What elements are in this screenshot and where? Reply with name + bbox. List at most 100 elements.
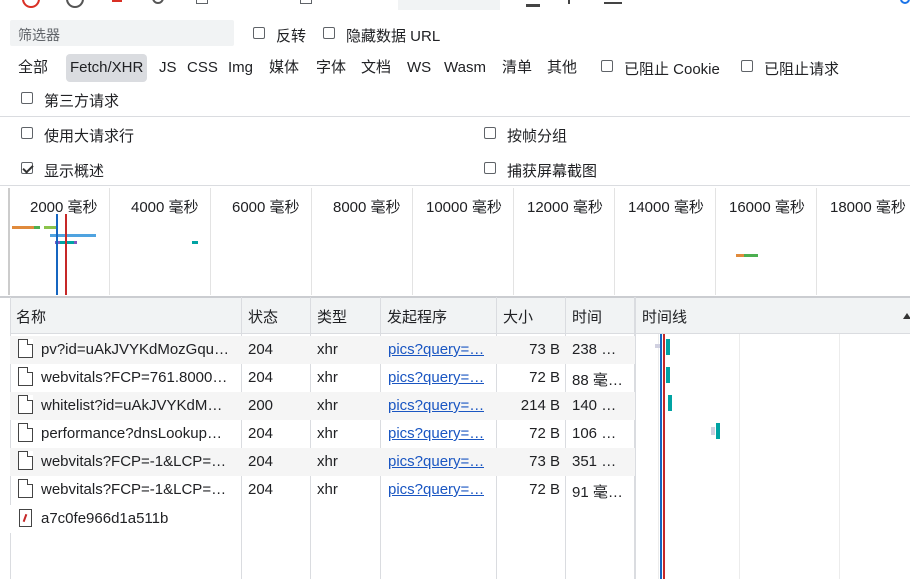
filter-type-ws[interactable]: WS xyxy=(404,54,434,82)
hide-data-url-label: 隐藏数据 URL xyxy=(346,28,441,45)
filter-input[interactable]: 筛选器 xyxy=(10,20,234,46)
overview-segment xyxy=(34,226,40,229)
row-name: performance?dnsLookup… xyxy=(41,425,222,442)
file-icon xyxy=(18,423,33,442)
hide-data-url-checkbox[interactable] xyxy=(323,27,335,39)
overview-tick: 18000 毫秒 xyxy=(830,199,906,216)
waterfall-gridline xyxy=(839,334,840,579)
record-icon[interactable] xyxy=(22,0,40,8)
filter-type-doc[interactable]: 文档 xyxy=(358,54,394,82)
third-party-checkbox[interactable] xyxy=(21,92,33,104)
blocked-requests-checkbox[interactable] xyxy=(741,60,753,72)
filter-type-other[interactable]: 其他 xyxy=(544,54,580,82)
row-initiator-link[interactable]: pics?query=… xyxy=(388,369,484,386)
table-row[interactable]: webvitals?FCP=761.8000… 204 xhr pics?que… xyxy=(10,364,635,392)
script-file-icon xyxy=(19,509,32,527)
throttle-select[interactable] xyxy=(398,0,500,10)
search-more-icon[interactable] xyxy=(900,0,910,4)
row-type: xhr xyxy=(317,397,338,414)
row-type: xhr xyxy=(317,369,338,386)
filter-type-font[interactable]: 字体 xyxy=(313,54,349,82)
overview-tick: 10000 毫秒 xyxy=(426,199,502,216)
header-initiator[interactable]: 发起程序 xyxy=(387,306,447,327)
header-waterfall[interactable]: 时间线 xyxy=(642,306,687,327)
overview-tick: 4000 毫秒 xyxy=(131,199,199,216)
script-mark-icon xyxy=(22,513,28,523)
filter-type-all[interactable]: 全部 xyxy=(15,54,51,82)
show-overview-checkbox[interactable] xyxy=(21,162,33,174)
filter-type-js[interactable]: JS xyxy=(156,54,180,82)
filter-type-img[interactable]: Img xyxy=(225,54,256,82)
row-status: 200 xyxy=(248,397,274,414)
overview-left-edge xyxy=(8,188,10,295)
table-header xyxy=(10,298,910,334)
overview-gridline xyxy=(311,188,312,295)
row-type: xhr xyxy=(317,481,338,498)
capture-screenshots-checkbox[interactable] xyxy=(484,162,496,174)
table-row[interactable]: webvitals?FCP=-1&LCP=… 204 xhr pics?quer… xyxy=(10,476,635,504)
row-initiator-link[interactable]: pics?query=… xyxy=(388,341,484,358)
disable-cache-checkbox[interactable] xyxy=(300,0,312,4)
filter-type-fetch-xhr[interactable]: Fetch/XHR xyxy=(66,54,148,82)
overview-gridline xyxy=(715,188,716,295)
table-row[interactable]: whitelist?id=uAkJVYKdM… 200 xhr pics?que… xyxy=(10,392,635,420)
row-status: 204 xyxy=(248,453,274,470)
waterfall-load-line xyxy=(663,334,665,579)
file-icon xyxy=(18,479,33,498)
table-row[interactable]: pv?id=uAkJVYKdMozGqu… 204 xhr pics?query… xyxy=(10,336,635,364)
export-icon[interactable] xyxy=(604,2,622,4)
overview-tick: 16000 毫秒 xyxy=(729,199,805,216)
table-row[interactable]: a7c0fe966d1a511b xyxy=(10,505,240,533)
row-size: 73 B xyxy=(529,453,560,470)
invert-checkbox[interactable] xyxy=(253,27,265,39)
top-toolbar xyxy=(0,0,910,12)
filter-type-wasm[interactable]: Wasm xyxy=(441,54,489,82)
row-initiator-link[interactable]: pics?query=… xyxy=(388,453,484,470)
group-by-frame-label: 按帧分组 xyxy=(507,128,568,145)
row-initiator-link[interactable]: pics?query=… xyxy=(388,397,484,414)
overview-gridline xyxy=(109,188,110,295)
preserve-log-checkbox[interactable] xyxy=(196,0,208,4)
row-name: pv?id=uAkJVYKdMozGqu… xyxy=(41,341,230,358)
row-type: xhr xyxy=(317,425,338,442)
table-row[interactable]: webvitals?FCP=-1&LCP=… 204 xhr pics?quer… xyxy=(10,448,635,476)
overview-gridline xyxy=(614,188,615,295)
row-size: 73 B xyxy=(529,341,560,358)
dom-content-loaded-line xyxy=(56,214,58,295)
row-name: webvitals?FCP=-1&LCP=… xyxy=(41,481,227,498)
filter-type-media[interactable]: 媒体 xyxy=(266,54,302,82)
third-party-label: 第三方请求 xyxy=(44,93,120,110)
row-time: 140 … xyxy=(572,397,617,414)
header-size[interactable]: 大小 xyxy=(503,306,533,327)
waterfall-gridline xyxy=(739,334,740,579)
filter-type-manifest[interactable]: 清单 xyxy=(499,54,535,82)
header-status[interactable]: 状态 xyxy=(248,306,278,327)
filter-type-css[interactable]: CSS xyxy=(184,54,221,82)
overview-segment xyxy=(192,241,198,244)
big-rows-checkbox[interactable] xyxy=(21,127,33,139)
row-name: webvitals?FCP=761.8000… xyxy=(41,369,228,386)
overview-gridline xyxy=(412,188,413,295)
row-initiator-link[interactable]: pics?query=… xyxy=(388,425,484,442)
header-type[interactable]: 类型 xyxy=(317,306,347,327)
filter-icon[interactable] xyxy=(112,0,122,2)
overview-tick: 2000 毫秒 xyxy=(30,199,98,216)
search-icon[interactable] xyxy=(152,0,164,4)
row-initiator-link[interactable]: pics?query=… xyxy=(388,481,484,498)
import-icon[interactable] xyxy=(568,0,570,4)
clear-icon[interactable] xyxy=(66,0,84,8)
filter-placeholder: 筛选器 xyxy=(18,27,60,43)
load-event-line xyxy=(65,214,67,295)
blocked-cookies-checkbox[interactable] xyxy=(601,60,613,72)
group-by-frame-checkbox[interactable] xyxy=(484,127,496,139)
row-time: 88 毫… xyxy=(572,372,623,389)
row-type: xhr xyxy=(317,453,338,470)
file-icon xyxy=(18,395,33,414)
settings-icon[interactable] xyxy=(526,0,540,7)
waterfall-bar xyxy=(668,395,672,411)
table-row[interactable]: performance?dnsLookup… 204 xhr pics?quer… xyxy=(10,420,635,448)
overview-segment xyxy=(12,226,34,229)
header-time[interactable]: 时间 xyxy=(572,306,602,327)
file-icon xyxy=(18,367,33,386)
header-name[interactable]: 名称 xyxy=(16,306,46,327)
